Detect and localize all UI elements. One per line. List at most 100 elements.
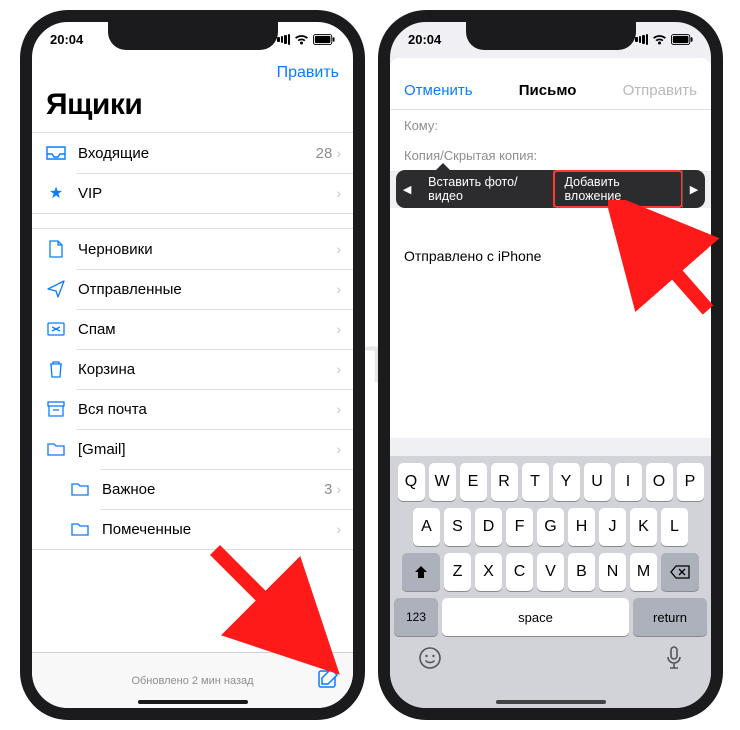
row-trash[interactable]: Корзина › bbox=[32, 349, 353, 389]
chevron-right-icon: › bbox=[336, 145, 341, 161]
battery-icon bbox=[313, 34, 335, 45]
edit-button[interactable]: Править bbox=[277, 64, 339, 82]
key[interactable]: J bbox=[599, 508, 626, 546]
key[interactable]: Y bbox=[553, 463, 580, 501]
key[interactable]: V bbox=[537, 553, 564, 591]
key[interactable]: Q bbox=[398, 463, 425, 501]
archivebox-icon bbox=[44, 401, 68, 417]
key[interactable]: P bbox=[677, 463, 704, 501]
compose-button[interactable] bbox=[317, 667, 339, 694]
dictation-key-icon[interactable] bbox=[665, 646, 683, 676]
key[interactable]: C bbox=[506, 553, 533, 591]
backspace-key[interactable] bbox=[661, 553, 699, 591]
row-label: Спам bbox=[68, 321, 336, 338]
navbar: Править bbox=[32, 56, 353, 90]
star-icon: ★ bbox=[44, 183, 68, 203]
key[interactable]: U bbox=[584, 463, 611, 501]
menu-prev-arrow-icon[interactable]: ◀ bbox=[396, 183, 418, 196]
paperplane-icon bbox=[44, 280, 68, 298]
row-inbox[interactable]: Входящие 28 › bbox=[32, 133, 353, 173]
chevron-right-icon: › bbox=[336, 321, 341, 337]
compose-title: Письмо bbox=[519, 82, 577, 99]
compose-body[interactable]: Отправлено с iPhone bbox=[390, 208, 711, 438]
key[interactable]: S bbox=[444, 508, 471, 546]
status-time: 20:04 bbox=[408, 32, 441, 47]
phone-left: 20:04 Править Ящики Входящие 28 › bbox=[20, 10, 365, 720]
key[interactable]: F bbox=[506, 508, 533, 546]
key[interactable]: K bbox=[630, 508, 657, 546]
spam-icon bbox=[44, 322, 68, 336]
chevron-right-icon: › bbox=[336, 281, 341, 297]
key[interactable]: I bbox=[615, 463, 642, 501]
menu-next-arrow-icon[interactable]: ▶ bbox=[683, 183, 705, 196]
row-label: Отправленные bbox=[68, 281, 336, 298]
inbox-icon bbox=[44, 146, 68, 160]
home-indicator bbox=[138, 700, 248, 704]
numbers-key[interactable]: 123 bbox=[394, 598, 438, 636]
key[interactable]: O bbox=[646, 463, 673, 501]
keyboard-row-3: Z X C V B N M bbox=[390, 546, 711, 591]
row-gmail[interactable]: [Gmail] › bbox=[32, 429, 353, 469]
chevron-right-icon: › bbox=[336, 441, 341, 457]
key[interactable]: B bbox=[568, 553, 595, 591]
shift-key[interactable] bbox=[402, 553, 440, 591]
keyboard-row-1: Q W E R T Y U I O P bbox=[390, 456, 711, 501]
row-label: Важное bbox=[92, 481, 324, 498]
key[interactable]: H bbox=[568, 508, 595, 546]
cellular-icon bbox=[635, 34, 648, 45]
cellular-icon bbox=[277, 34, 290, 45]
chevron-right-icon: › bbox=[336, 185, 341, 201]
cancel-button[interactable]: Отменить bbox=[404, 82, 473, 99]
keyboard: Q W E R T Y U I O P A S D F G H J K L bbox=[390, 456, 711, 708]
row-important[interactable]: Важное 3 › bbox=[32, 469, 353, 509]
signature-text: Отправлено с iPhone bbox=[404, 248, 541, 264]
key[interactable]: L bbox=[661, 508, 688, 546]
row-label: VIP bbox=[68, 185, 336, 202]
notch bbox=[108, 20, 278, 50]
row-label: Корзина bbox=[68, 361, 336, 378]
return-key[interactable]: return bbox=[633, 598, 707, 636]
keyboard-bottom-icons bbox=[390, 636, 711, 676]
keyboard-row-4: 123 space return bbox=[390, 591, 711, 636]
key[interactable]: M bbox=[630, 553, 657, 591]
key[interactable]: D bbox=[475, 508, 502, 546]
folder-icon bbox=[68, 522, 92, 536]
chevron-right-icon: › bbox=[336, 521, 341, 537]
key[interactable]: X bbox=[475, 553, 502, 591]
send-button[interactable]: Отправить bbox=[623, 82, 697, 99]
key[interactable]: R bbox=[491, 463, 518, 501]
key[interactable]: E bbox=[460, 463, 487, 501]
notch bbox=[466, 20, 636, 50]
row-label: [Gmail] bbox=[68, 441, 336, 458]
key[interactable]: A bbox=[413, 508, 440, 546]
keyboard-row-2: A S D F G H J K L bbox=[390, 501, 711, 546]
context-menu: ◀ Вставить фото/видео Добавить вложение … bbox=[396, 170, 705, 208]
phone-right: 20:04 Отменить Письмо Отправить Кому: Ко… bbox=[378, 10, 723, 720]
chevron-right-icon: › bbox=[336, 361, 341, 377]
space-key[interactable]: space bbox=[442, 598, 629, 636]
key[interactable]: N bbox=[599, 553, 626, 591]
key[interactable]: T bbox=[522, 463, 549, 501]
insert-photo-button[interactable]: Вставить фото/видео bbox=[418, 170, 553, 208]
row-spam[interactable]: Спам › bbox=[32, 309, 353, 349]
row-starred[interactable]: Помеченные › bbox=[32, 509, 353, 549]
row-vip[interactable]: ★ VIP › bbox=[32, 173, 353, 213]
wifi-icon bbox=[294, 34, 309, 45]
row-sent[interactable]: Отправленные › bbox=[32, 269, 353, 309]
key[interactable]: G bbox=[537, 508, 564, 546]
add-attachment-button[interactable]: Добавить вложение bbox=[553, 170, 683, 208]
home-indicator bbox=[496, 700, 606, 704]
chevron-right-icon: › bbox=[336, 401, 341, 417]
row-label: Входящие bbox=[68, 145, 316, 162]
row-label: Помеченные bbox=[92, 521, 336, 538]
trash-icon bbox=[44, 360, 68, 378]
row-count: 28 bbox=[316, 145, 333, 162]
tooltip-tail bbox=[436, 163, 450, 170]
row-drafts[interactable]: Черновики › bbox=[32, 229, 353, 269]
to-field[interactable]: Кому: bbox=[390, 110, 711, 142]
key[interactable]: Z bbox=[444, 553, 471, 591]
emoji-key-icon[interactable] bbox=[418, 646, 442, 676]
row-allmail[interactable]: Вся почта › bbox=[32, 389, 353, 429]
key[interactable]: W bbox=[429, 463, 456, 501]
row-count: 3 bbox=[324, 481, 332, 498]
